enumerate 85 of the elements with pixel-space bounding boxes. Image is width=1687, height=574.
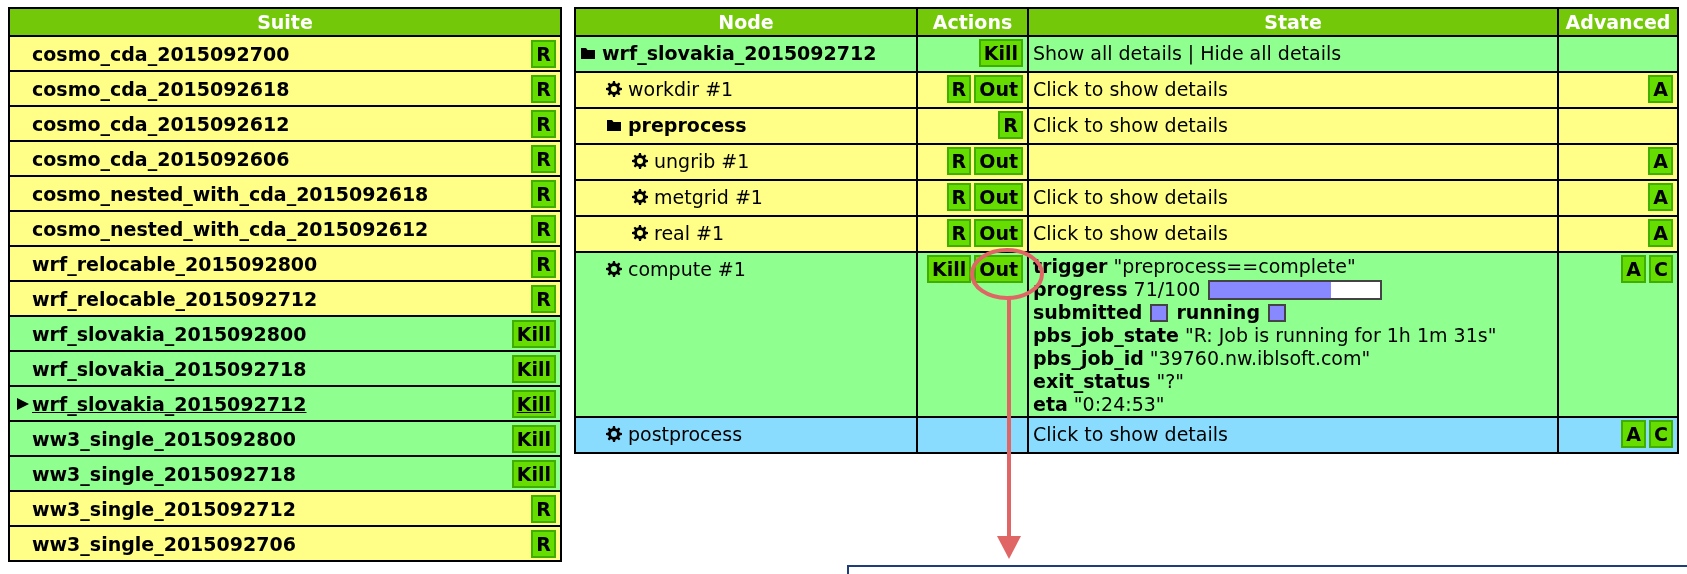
advanced-button[interactable]: A — [1648, 75, 1673, 103]
detail-text: pbs_job_state "R: Job is running for 1h 1m 31s" — [1033, 324, 1497, 347]
action-button[interactable]: R — [531, 249, 556, 278]
suite-row[interactable]: ww3_single_2015092712 R — [9, 491, 561, 526]
suite-row[interactable]: ww3_single_2015092718 Kill — [9, 456, 561, 491]
suite-name[interactable]: cosmo_cda_2015092700 — [32, 42, 290, 65]
action-button[interactable]: Kill — [511, 424, 556, 453]
action-button[interactable]: Out — [974, 75, 1023, 103]
action-button[interactable]: R — [946, 183, 972, 211]
node-name[interactable]: workdir #1 — [628, 78, 734, 100]
advanced-button[interactable]: A — [1648, 219, 1673, 247]
advanced-button[interactable]: A — [1621, 255, 1647, 283]
action-button[interactable]: R — [531, 214, 556, 243]
advanced-button[interactable]: A — [1648, 183, 1673, 211]
suite-row[interactable]: cosmo_nested_with_cda_2015092612 R — [9, 211, 561, 246]
separator: | — [1187, 42, 1195, 64]
column-header: State — [1028, 8, 1558, 36]
advanced-button[interactable]: C — [1649, 420, 1673, 448]
column-header: Advanced — [1558, 8, 1678, 36]
action-button[interactable]: Out — [974, 255, 1023, 283]
suite-name[interactable]: wrf_slovakia_2015092800 — [32, 322, 307, 345]
action-button[interactable]: R — [531, 39, 556, 68]
action-button[interactable]: Kill — [511, 459, 556, 488]
flag-label: running — [1176, 301, 1260, 324]
action-button[interactable]: R — [946, 75, 972, 103]
action-button[interactable]: R — [531, 109, 556, 138]
advanced-button[interactable]: C — [1649, 255, 1673, 283]
detail-text: pbs_job_id "39760.nw.iblsoft.com" — [1033, 347, 1371, 370]
column-header: Actions — [917, 8, 1028, 36]
suite-name[interactable]: cosmo_cda_2015092612 — [32, 112, 290, 135]
suite-name[interactable]: ww3_single_2015092718 — [32, 462, 296, 485]
action-button[interactable]: Kill — [511, 354, 556, 383]
node-name[interactable]: ungrib #1 — [654, 150, 750, 172]
suite-name[interactable]: cosmo_nested_with_cda_2015092618 — [32, 182, 429, 205]
details-link[interactable]: Show all details — [1033, 39, 1182, 67]
action-button[interactable]: R — [946, 219, 972, 247]
action-button[interactable]: R — [531, 144, 556, 173]
suite-row[interactable]: cosmo_nested_with_cda_2015092618 R — [9, 176, 561, 211]
node-name[interactable]: metgrid #1 — [654, 186, 763, 208]
node-name[interactable]: compute #1 — [628, 258, 746, 280]
suite-name[interactable]: cosmo_cda_2015092618 — [32, 77, 290, 100]
detail-text: eta "0:24:53" — [1033, 393, 1165, 416]
action-button[interactable]: Kill — [978, 39, 1023, 67]
action-button[interactable]: R — [531, 74, 556, 103]
column-header: Suite — [9, 8, 561, 36]
action-button[interactable]: Out — [974, 147, 1023, 175]
suite-name[interactable]: cosmo_nested_with_cda_2015092612 — [32, 217, 429, 240]
suite-name[interactable]: wrf_relocable_2015092712 — [32, 287, 318, 310]
action-button[interactable]: Kill — [511, 319, 556, 348]
suite-row[interactable]: cosmo_cda_2015092606 R — [9, 141, 561, 176]
detail-text: progress 71/100 — [1033, 278, 1201, 301]
action-button[interactable]: Out — [974, 183, 1023, 211]
suite-row[interactable]: wrf_slovakia_2015092712 Kill — [9, 386, 561, 421]
action-button[interactable]: Kill — [926, 255, 972, 283]
node-name[interactable]: real #1 — [654, 222, 725, 244]
suite-name[interactable]: ww3_single_2015092712 — [32, 497, 296, 520]
suite-name[interactable]: wrf_relocable_2015092800 — [32, 252, 318, 275]
suite-name[interactable]: cosmo_cda_2015092606 — [32, 147, 290, 170]
action-button[interactable]: Kill — [511, 389, 556, 418]
suite-row[interactable]: wrf_slovakia_2015092718 Kill — [9, 351, 561, 386]
action-button[interactable]: R — [531, 529, 556, 558]
suite-row[interactable]: cosmo_cda_2015092618 R — [9, 71, 561, 106]
suite-name[interactable]: wrf_slovakia_2015092718 — [32, 357, 307, 380]
action-button[interactable]: R — [531, 494, 556, 523]
suite-row[interactable]: wrf_slovakia_2015092800 Kill — [9, 316, 561, 351]
column-header: Node — [575, 8, 917, 36]
advanced-button[interactable]: A — [1621, 420, 1647, 448]
flag-label: submitted — [1033, 301, 1143, 324]
advanced-button[interactable]: A — [1648, 147, 1673, 175]
suite-row[interactable]: ww3_single_2015092800 Kill — [9, 421, 561, 456]
suite-row[interactable]: wrf_relocable_2015092800 R — [9, 246, 561, 281]
action-button[interactable]: R — [946, 147, 972, 175]
action-button[interactable]: R — [531, 179, 556, 208]
suite-row[interactable]: ww3_single_2015092706 R — [9, 526, 561, 561]
details-link[interactable]: Hide all details — [1200, 39, 1342, 67]
suite-name[interactable]: wrf_slovakia_2015092712 — [32, 392, 307, 415]
suite-row[interactable]: cosmo_cda_2015092700 R — [9, 36, 561, 71]
suite-name[interactable]: ww3_single_2015092706 — [32, 532, 296, 555]
action-button[interactable]: Out — [974, 219, 1023, 247]
suite-row[interactable]: cosmo_cda_2015092612 R — [9, 106, 561, 141]
action-button[interactable]: R — [998, 111, 1023, 139]
action-button[interactable]: R — [531, 284, 556, 313]
detail-text: exit_status "?" — [1033, 370, 1184, 393]
suite-name[interactable]: ww3_single_2015092800 — [32, 427, 296, 450]
suite-row[interactable]: wrf_relocable_2015092712 R — [9, 281, 561, 316]
